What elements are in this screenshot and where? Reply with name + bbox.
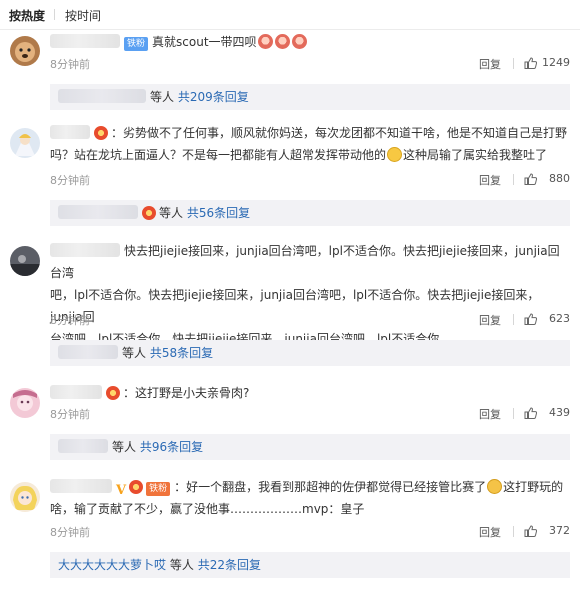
username[interactable] xyxy=(50,125,90,139)
verified-v-icon: V xyxy=(116,483,127,498)
comment-text: 铁粉 真就scout一带四呗 xyxy=(50,31,570,53)
comment-time: 8分钟前 xyxy=(50,58,90,71)
view-replies-link[interactable]: 共58条回复 xyxy=(150,346,213,360)
comment-content-line: 这种局输了属实给我整吐了 xyxy=(403,148,548,162)
comment-time: 8分钟前 xyxy=(50,526,90,539)
grin-emoji-icon xyxy=(387,147,403,162)
vip-badge-icon xyxy=(129,480,144,494)
avatar[interactable] xyxy=(10,36,40,66)
sub-reply-suffix: 等人 xyxy=(122,346,147,360)
like-count: 623 xyxy=(549,312,570,325)
comment-meta: 8分钟前 回复 623 xyxy=(50,312,570,328)
like-button[interactable]: 623 xyxy=(520,312,570,325)
sub-reply-suffix: 等人 xyxy=(150,90,175,104)
comment-text: ：劣势做不了任何事，顺风就你妈送，每次龙团都不知道干啥，他是不知道自己是打野 吗… xyxy=(50,125,568,162)
sub-reply-names xyxy=(58,439,108,453)
thumbs-up-icon xyxy=(524,525,537,537)
meta-divider xyxy=(513,526,514,537)
comment-content-line: 吗？站在龙坑上面逼人？不是每一把都能有人超常发挥带动他的 xyxy=(50,148,387,162)
meta-divider xyxy=(513,58,514,69)
thumbs-up-icon xyxy=(524,407,537,419)
reply-button[interactable]: 回复 xyxy=(479,172,501,188)
like-button[interactable]: 1249 xyxy=(520,56,570,69)
sort-by-time-tab[interactable]: 按时间 xyxy=(65,7,101,24)
comment-content: 真就scout一带四呗 xyxy=(152,35,257,49)
comment-meta: 8分钟前 回复 1249 xyxy=(50,56,570,72)
comment-time: 8分钟前 xyxy=(50,174,90,187)
sub-reply-bar[interactable]: 大大大大大大萝卜哎 等人 共22条回复 xyxy=(50,552,570,578)
sub-reply-names xyxy=(58,345,118,359)
reply-button[interactable]: 回复 xyxy=(479,312,501,328)
reply-button[interactable]: 回复 xyxy=(479,524,501,540)
vip-badge-icon xyxy=(106,386,120,400)
username[interactable] xyxy=(50,243,120,257)
emoji-icon xyxy=(274,34,290,49)
sort-by-hot-tab[interactable]: 按热度 xyxy=(9,7,45,24)
comment-text: ：这打野是小夫亲骨肉? xyxy=(50,382,570,404)
sub-reply-names xyxy=(58,89,146,103)
emoji-icon xyxy=(291,34,307,49)
comment-meta: 8分钟前 回复 372 xyxy=(50,524,570,540)
reply-button[interactable]: 回复 xyxy=(479,406,501,422)
like-count: 372 xyxy=(549,524,570,537)
like-button[interactable]: 439 xyxy=(520,406,570,419)
emoji-icon xyxy=(257,34,273,49)
comment-content-line: 劣势做不了任何事，顺风就你妈送，每次龙团都不知道干啥，他是不知道自己是打野 xyxy=(123,126,568,140)
thumbs-up-icon xyxy=(524,173,537,185)
view-replies-link[interactable]: 共22条回复 xyxy=(198,558,261,572)
avatar[interactable] xyxy=(10,388,40,418)
sub-reply-bar[interactable]: 等人 共56条回复 xyxy=(50,200,570,226)
sub-reply-bar[interactable]: 等人 共209条回复 xyxy=(50,84,570,110)
sub-reply-bar[interactable]: 等人 共58条回复 xyxy=(50,340,570,366)
comment-text: 快去把jiejie接回来，junjia回台湾吧，lpl不适合你。快去把jieji… xyxy=(50,240,570,350)
sub-reply-bar[interactable]: 等人 共96条回复 xyxy=(50,434,570,460)
thumbs-up-icon xyxy=(524,57,537,69)
comment-time: 8分钟前 xyxy=(50,408,90,421)
sub-reply-names[interactable]: 大大大大大大萝卜哎 xyxy=(58,558,166,572)
reply-button[interactable]: 回复 xyxy=(479,56,501,72)
meta-divider xyxy=(513,314,514,325)
like-button[interactable]: 372 xyxy=(520,524,570,537)
avatar[interactable] xyxy=(10,128,40,158)
comment-content: 这打野是小夫亲骨肉? xyxy=(135,386,250,400)
comment-content-line: 这打野玩的 xyxy=(503,480,564,494)
thumbs-up-icon xyxy=(524,313,537,325)
view-replies-link[interactable]: 共96条回复 xyxy=(140,440,203,454)
like-count: 439 xyxy=(549,406,570,419)
like-count: 880 xyxy=(549,172,570,185)
comment-time: 8分钟前 xyxy=(50,314,90,327)
view-replies-link[interactable]: 共56条回复 xyxy=(187,206,250,220)
meta-divider xyxy=(513,408,514,419)
like-button[interactable]: 880 xyxy=(520,172,570,185)
username[interactable] xyxy=(50,479,112,493)
username[interactable] xyxy=(50,34,120,48)
fan-badge: 铁粉 xyxy=(124,37,149,51)
comment-content-line: 快去把jiejie接回来，junjia回台湾吧，lpl不适合你。快去把jieji… xyxy=(50,244,560,280)
sub-reply-suffix: 等人 xyxy=(112,440,137,454)
sort-divider xyxy=(54,9,55,20)
comment-content-line: 啥，输了贡献了不少，赢了没他事………………mvp：皇子 xyxy=(50,502,365,516)
sub-reply-suffix: 等人 xyxy=(169,558,194,572)
comment-meta: 8分钟前 回复 880 xyxy=(50,172,570,188)
avatar[interactable] xyxy=(10,246,40,276)
worried-emoji-icon xyxy=(487,479,503,494)
meta-divider xyxy=(513,174,514,185)
avatar[interactable] xyxy=(10,482,40,512)
view-replies-link[interactable]: 共209条回复 xyxy=(178,90,249,104)
username[interactable] xyxy=(50,385,102,399)
fan-badge: 铁粉 xyxy=(146,482,171,496)
sub-reply-names xyxy=(58,205,138,219)
comment-meta: 8分钟前 回复 439 xyxy=(50,406,570,422)
comment-text: V 铁粉 ：好一个翻盘，我看到那超神的佐伊都觉得已经接管比赛了 这打野玩的 啥，输了贡… xyxy=(50,479,564,516)
like-count: 1249 xyxy=(542,56,570,69)
comment-content-line: 好一个翻盘，我看到那超神的佐伊都觉得已经接管比赛了 xyxy=(186,480,487,494)
sort-bar: 按热度 按时间 xyxy=(0,0,580,30)
vip-badge-icon xyxy=(142,206,156,220)
sub-reply-suffix: 等人 xyxy=(159,206,184,220)
vip-badge-icon xyxy=(94,126,108,140)
